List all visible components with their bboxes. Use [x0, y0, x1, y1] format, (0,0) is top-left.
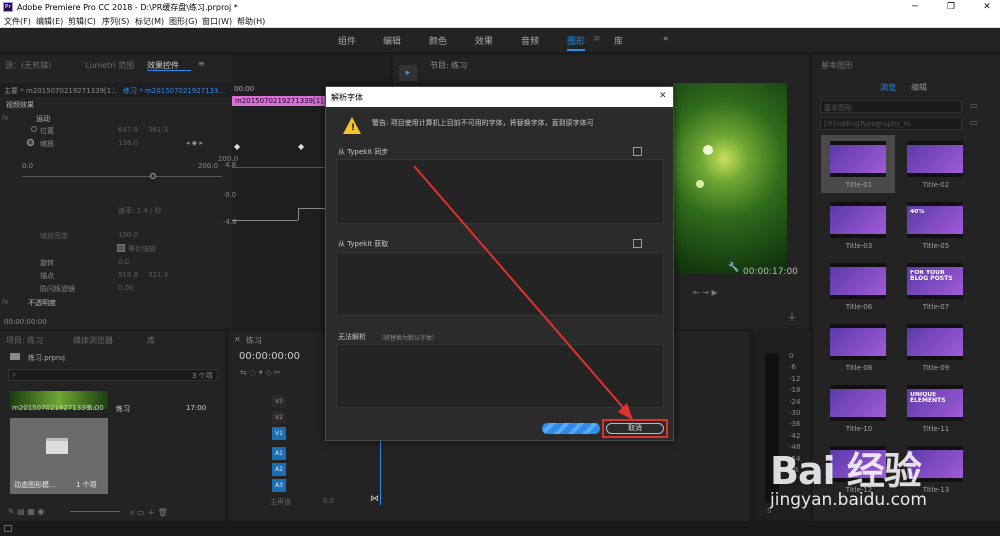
status-icon: [4, 525, 12, 532]
baidu-watermark-url: jingyan.baidu.com: [770, 490, 927, 510]
status-bar: [0, 522, 1000, 536]
baidu-watermark: Bai 经验: [770, 449, 922, 493]
